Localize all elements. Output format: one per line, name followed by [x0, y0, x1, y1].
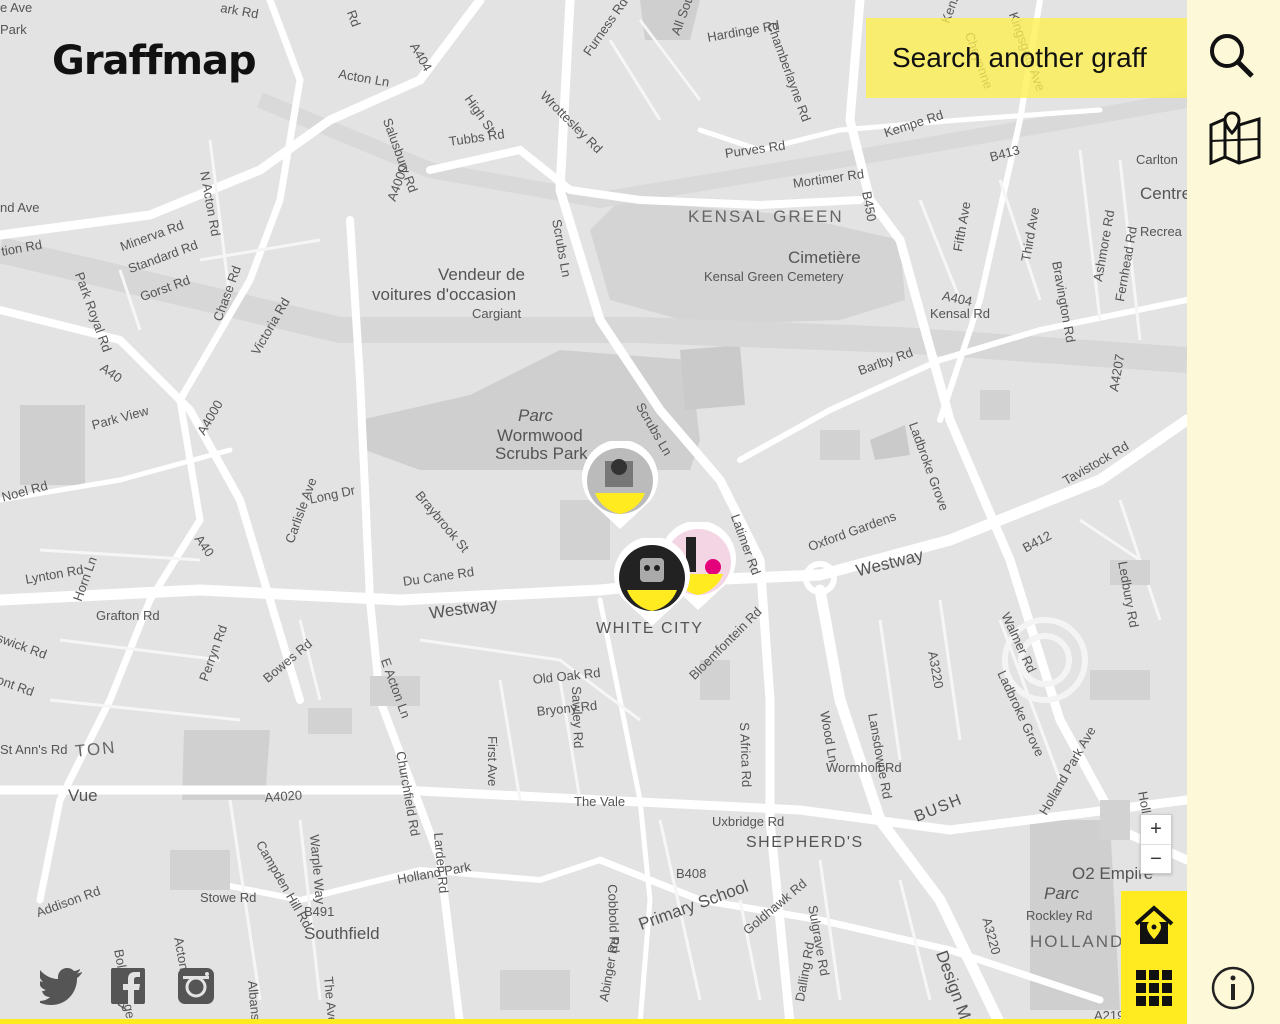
map-label: e Ave	[0, 0, 33, 15]
map-canvas[interactable]: Park Acton Ln A404 High St Tubbs Rd Furness R…	[0, 0, 1187, 1024]
map-label: S Africa Rd	[737, 722, 755, 788]
map-label: KENSAL GREEN	[688, 207, 844, 226]
sidebar	[1187, 0, 1280, 1024]
instagram-link[interactable]	[176, 966, 216, 1011]
map-icon	[1209, 111, 1261, 165]
map-label: B408	[676, 866, 707, 881]
map-label: Vue	[68, 786, 98, 805]
map-label: Rockley Rd	[1026, 908, 1093, 923]
home-button[interactable]	[1129, 901, 1179, 951]
home-location-icon	[1134, 905, 1174, 944]
twitter-link[interactable]	[37, 966, 84, 1011]
map-label: SHEPHERD'S	[746, 834, 864, 851]
map-label: Wormholt Rd	[826, 760, 902, 775]
map-label: Sawley Rd	[569, 686, 587, 749]
map-label: Cargiant	[472, 306, 522, 321]
map-label: Vendeur de	[438, 265, 525, 284]
map-label: The Vale	[574, 794, 626, 809]
map-label: Park	[0, 22, 27, 37]
map-label: HOLLAND	[1030, 932, 1125, 951]
facebook-icon	[111, 968, 145, 1004]
bottom-accent-bar	[0, 1019, 1187, 1024]
map-label: Southfield	[304, 924, 380, 943]
map-label: Cimetière	[788, 248, 861, 267]
map-label: Carlton	[1136, 152, 1178, 167]
zoom-out-button[interactable]: −	[1141, 844, 1171, 874]
map-label: Parc	[1044, 884, 1079, 903]
info-icon	[1211, 966, 1255, 1010]
map-label: Centre	[1140, 184, 1187, 203]
logo[interactable]: Graffmap	[52, 38, 257, 84]
map-label: Kensal Green Cemetery	[704, 269, 844, 284]
graffiti-pin[interactable]	[612, 536, 692, 633]
map-label: nd Ave	[0, 200, 40, 215]
facebook-link[interactable]	[110, 966, 148, 1011]
map-label: Stowe Rd	[200, 890, 257, 905]
search-placeholder: Search another graff	[892, 42, 1147, 73]
zoom-control: + −	[1140, 814, 1172, 874]
map-label: voitures d'occasion	[372, 285, 517, 304]
map-label: B491	[304, 904, 335, 919]
map-label: Recrea	[1140, 224, 1182, 239]
zoom-in-button[interactable]: +	[1141, 815, 1171, 844]
map-label: A4020	[264, 787, 303, 805]
info-button[interactable]	[1207, 962, 1259, 1014]
map-label: Kensal Rd	[930, 306, 990, 321]
view-toggle-panel	[1121, 891, 1187, 1024]
grid-icon	[1136, 970, 1172, 1006]
search-button[interactable]	[1197, 26, 1267, 86]
twitter-icon	[37, 968, 82, 1005]
map-label: First Ave	[485, 736, 500, 787]
map-label: Wormwood	[497, 426, 583, 445]
instagram-icon	[178, 968, 214, 1004]
map-label: Uxbridge Rd	[712, 814, 785, 829]
map-label: Scrubs Park	[495, 444, 588, 463]
map-label: Parc	[518, 406, 553, 425]
map-label: St Ann's Rd	[0, 742, 68, 757]
search-icon	[1210, 34, 1254, 78]
grid-view-button[interactable]	[1129, 963, 1179, 1013]
search-input[interactable]: Search another graff	[866, 18, 1187, 98]
graffiti-pin[interactable]	[580, 439, 660, 536]
map-view-button[interactable]	[1205, 105, 1265, 169]
map-label: Grafton Rd	[96, 608, 160, 623]
